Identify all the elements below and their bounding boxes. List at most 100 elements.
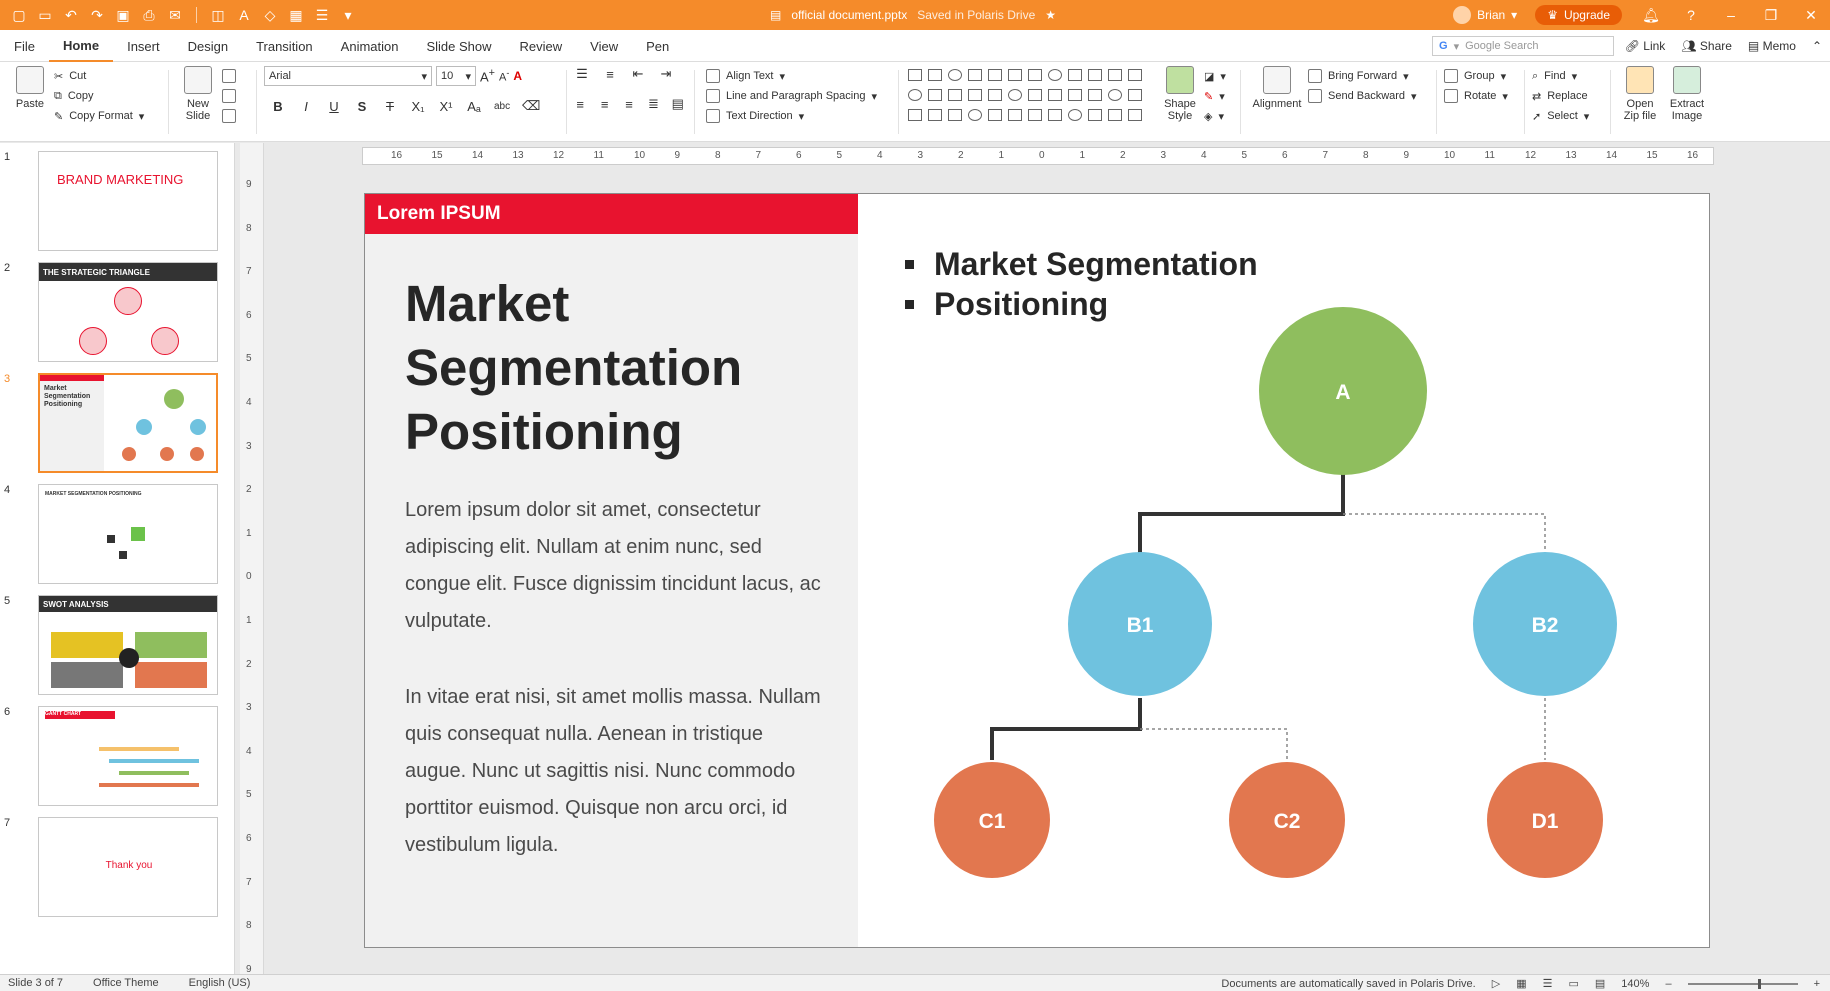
slide-thumbnail-5[interactable]: SWOT ANALYSIS (38, 595, 218, 695)
shape-option-icon[interactable] (968, 69, 982, 81)
justify-icon[interactable]: ≣ (647, 96, 659, 112)
select-button[interactable]: ➚ Select ▾ (1532, 106, 1604, 126)
sorter-view-icon[interactable]: ▤ (1595, 977, 1605, 990)
tab-view[interactable]: View (576, 30, 632, 62)
shape-option-icon[interactable] (1108, 69, 1122, 81)
decrease-indent-icon[interactable]: ⇤ (630, 66, 646, 82)
shape-option-icon[interactable] (968, 89, 982, 101)
insert-image-icon[interactable]: ◫ (207, 4, 229, 26)
shape-option-icon[interactable] (928, 69, 942, 81)
zoom-slider[interactable] (1687, 978, 1798, 989)
alignment-button[interactable]: Alignment (1246, 66, 1308, 110)
shape-effects-button[interactable]: ◈ ▾ (1204, 106, 1234, 126)
close-icon[interactable]: ✕ (1800, 7, 1822, 24)
outline-view-icon[interactable]: ☰ (1543, 977, 1553, 990)
bring-forward-button[interactable]: Bring Forward ▾ (1308, 66, 1428, 86)
copy-button[interactable]: ⧉ Copy (54, 86, 164, 106)
shape-option-icon[interactable] (1108, 89, 1122, 101)
paste-button[interactable]: Paste (10, 66, 50, 110)
increase-indent-icon[interactable]: ⇥ (658, 66, 674, 82)
shape-option-icon[interactable] (1048, 89, 1062, 101)
shape-option-icon[interactable] (1108, 109, 1122, 121)
shape-option-icon[interactable] (1088, 109, 1102, 121)
find-button[interactable]: ⌕ Find ▾ (1532, 66, 1604, 86)
slide-thumbnail-1[interactable]: BRAND MARKETING (38, 151, 218, 251)
slide-thumbnail-6[interactable]: GANTT CHART (38, 706, 218, 806)
distribute-icon[interactable]: ▤ (672, 96, 684, 112)
text-style-icon[interactable]: A (233, 4, 255, 26)
shape-option-icon[interactable] (908, 69, 922, 81)
shape-option-icon[interactable] (928, 109, 942, 121)
tab-insert[interactable]: Insert (113, 30, 174, 62)
shape-option-icon[interactable] (908, 89, 922, 101)
shape-option-icon[interactable] (1128, 109, 1142, 121)
link-button[interactable]: 🔗︎ Link (1625, 39, 1666, 53)
zoom-in-icon[interactable]: + (1814, 978, 1820, 990)
tab-file[interactable]: File (0, 30, 49, 62)
shape-option-icon[interactable] (1128, 69, 1142, 81)
char-spacing-icon[interactable]: abc (494, 101, 510, 112)
tab-review[interactable]: Review (506, 30, 577, 62)
notification-bell-icon[interactable]: 🔔︎ (1640, 7, 1662, 24)
font-color-icon[interactable]: A (513, 69, 522, 83)
clear-format-icon[interactable]: ⌫ (522, 98, 540, 114)
memo-button[interactable]: ▤ Memo (1748, 39, 1796, 53)
slide-thumbnail-7[interactable]: Thank you (38, 817, 218, 917)
align-center-icon[interactable]: ≡ (598, 97, 610, 112)
save-icon[interactable]: ▣ (112, 4, 134, 26)
slide-thumbnail-2[interactable]: THE STRATEGIC TRIANGLE (38, 262, 218, 362)
italic-icon[interactable]: I (298, 99, 314, 114)
strikethrough-icon[interactable]: T (382, 99, 398, 114)
shape-option-icon[interactable] (1068, 89, 1082, 101)
shape-option-icon[interactable] (1008, 69, 1022, 81)
group-button[interactable]: Group ▾ (1444, 66, 1520, 86)
font-name-select[interactable]: Arial ▾ (264, 66, 432, 86)
bold-icon[interactable]: B (270, 99, 286, 114)
rotate-button[interactable]: Rotate ▾ (1444, 86, 1520, 106)
send-backward-button[interactable]: Send Backward ▾ (1308, 86, 1428, 106)
shape-option-icon[interactable] (1028, 69, 1042, 81)
decrease-font-icon[interactable]: A- (499, 68, 509, 84)
numbered-list-icon[interactable]: ≡ (602, 67, 618, 82)
shape-option-icon[interactable] (948, 69, 962, 81)
list-icon[interactable]: ☰ (311, 4, 333, 26)
shape-option-icon[interactable] (928, 89, 942, 101)
shape-option-icon[interactable] (1048, 69, 1062, 81)
shape-style-button[interactable]: Shape Style (1158, 66, 1202, 122)
share-button[interactable]: 👥︎ Share (1681, 39, 1732, 53)
zoom-slider-thumb[interactable] (1757, 978, 1761, 989)
new-file-icon[interactable]: ▢ (8, 4, 30, 26)
shape-option-icon[interactable] (1088, 89, 1102, 101)
text-direction-button[interactable]: Text Direction ▾ (706, 106, 896, 126)
open-folder-icon[interactable]: ▭ (34, 4, 56, 26)
increase-font-icon[interactable]: A+ (480, 67, 495, 84)
cut-button[interactable]: ✂ Cut (54, 66, 164, 86)
slide-thumbnail-4[interactable]: MARKET SEGMENTATION POSITIONING (38, 484, 218, 584)
align-left-icon[interactable]: ≡ (574, 97, 586, 112)
shape-option-icon[interactable] (1008, 89, 1022, 101)
print-icon[interactable]: ⎙ (138, 4, 160, 26)
shape-option-icon[interactable] (1008, 109, 1022, 121)
align-text-button[interactable]: Align Text ▾ (706, 66, 896, 86)
slide-canvas[interactable]: Lorem IPSUM Market Segmentation Position… (364, 193, 1710, 948)
mail-icon[interactable]: ✉ (164, 4, 186, 26)
chart-icon[interactable]: ▦ (285, 4, 307, 26)
slide-thumbnail-3[interactable]: Market Segmentation Positioning (38, 373, 218, 473)
shape-option-icon[interactable] (948, 109, 962, 121)
tab-slide-show[interactable]: Slide Show (412, 30, 505, 62)
collapse-ribbon-icon[interactable]: ⌃ (1812, 39, 1822, 53)
shapes-icon[interactable]: ◇ (259, 4, 281, 26)
tab-pen[interactable]: Pen (632, 30, 683, 62)
shape-option-icon[interactable] (1048, 109, 1062, 121)
undo-icon[interactable]: ↶ (60, 4, 82, 26)
slideshow-view-icon[interactable]: ▷ (1492, 977, 1500, 990)
tab-transition[interactable]: Transition (242, 30, 327, 62)
restore-icon[interactable]: ❐ (1760, 7, 1782, 24)
line-spacing-button[interactable]: Line and Paragraph Spacing ▾ (706, 86, 896, 106)
extract-image-button[interactable]: Extract Image (1664, 66, 1710, 122)
search-input[interactable]: G ▾ Google Search (1432, 36, 1614, 56)
shape-option-icon[interactable] (948, 89, 962, 101)
grid-view-icon[interactable]: ▦ (1516, 977, 1526, 990)
zoom-out-icon[interactable]: – (1665, 978, 1671, 990)
normal-view-icon[interactable]: ▭ (1568, 977, 1578, 990)
